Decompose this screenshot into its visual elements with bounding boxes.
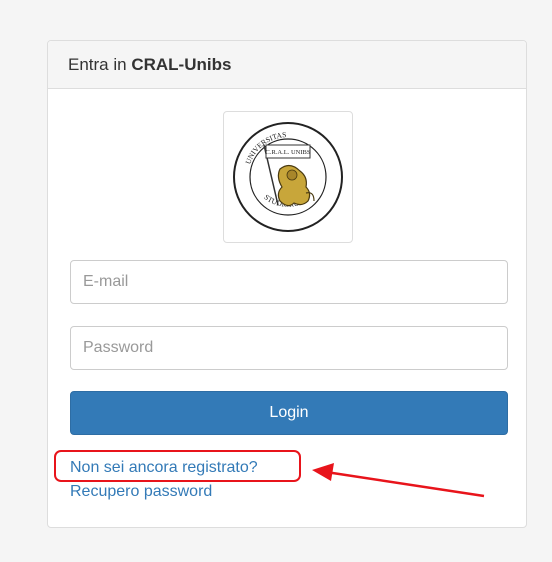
email-input[interactable] [70,260,508,304]
cral-logo: UNIVERSITAS STUDIORUM C.R.A.L. UNIBS [223,111,353,243]
panel-heading: Entra in CRAL-Unibs [48,41,526,89]
login-button[interactable]: Login [70,391,508,435]
heading-brand: CRAL-Unibs [131,55,232,74]
recover-password-link[interactable]: Recupero password [70,483,212,501]
password-input[interactable] [70,326,508,370]
highlight-annotation-box [54,450,301,482]
heading-prefix: Entra in [68,55,132,74]
seal-icon: UNIVERSITAS STUDIORUM C.R.A.L. UNIBS [233,122,343,232]
seal-banner-text: C.R.A.L. UNIBS [266,149,311,156]
